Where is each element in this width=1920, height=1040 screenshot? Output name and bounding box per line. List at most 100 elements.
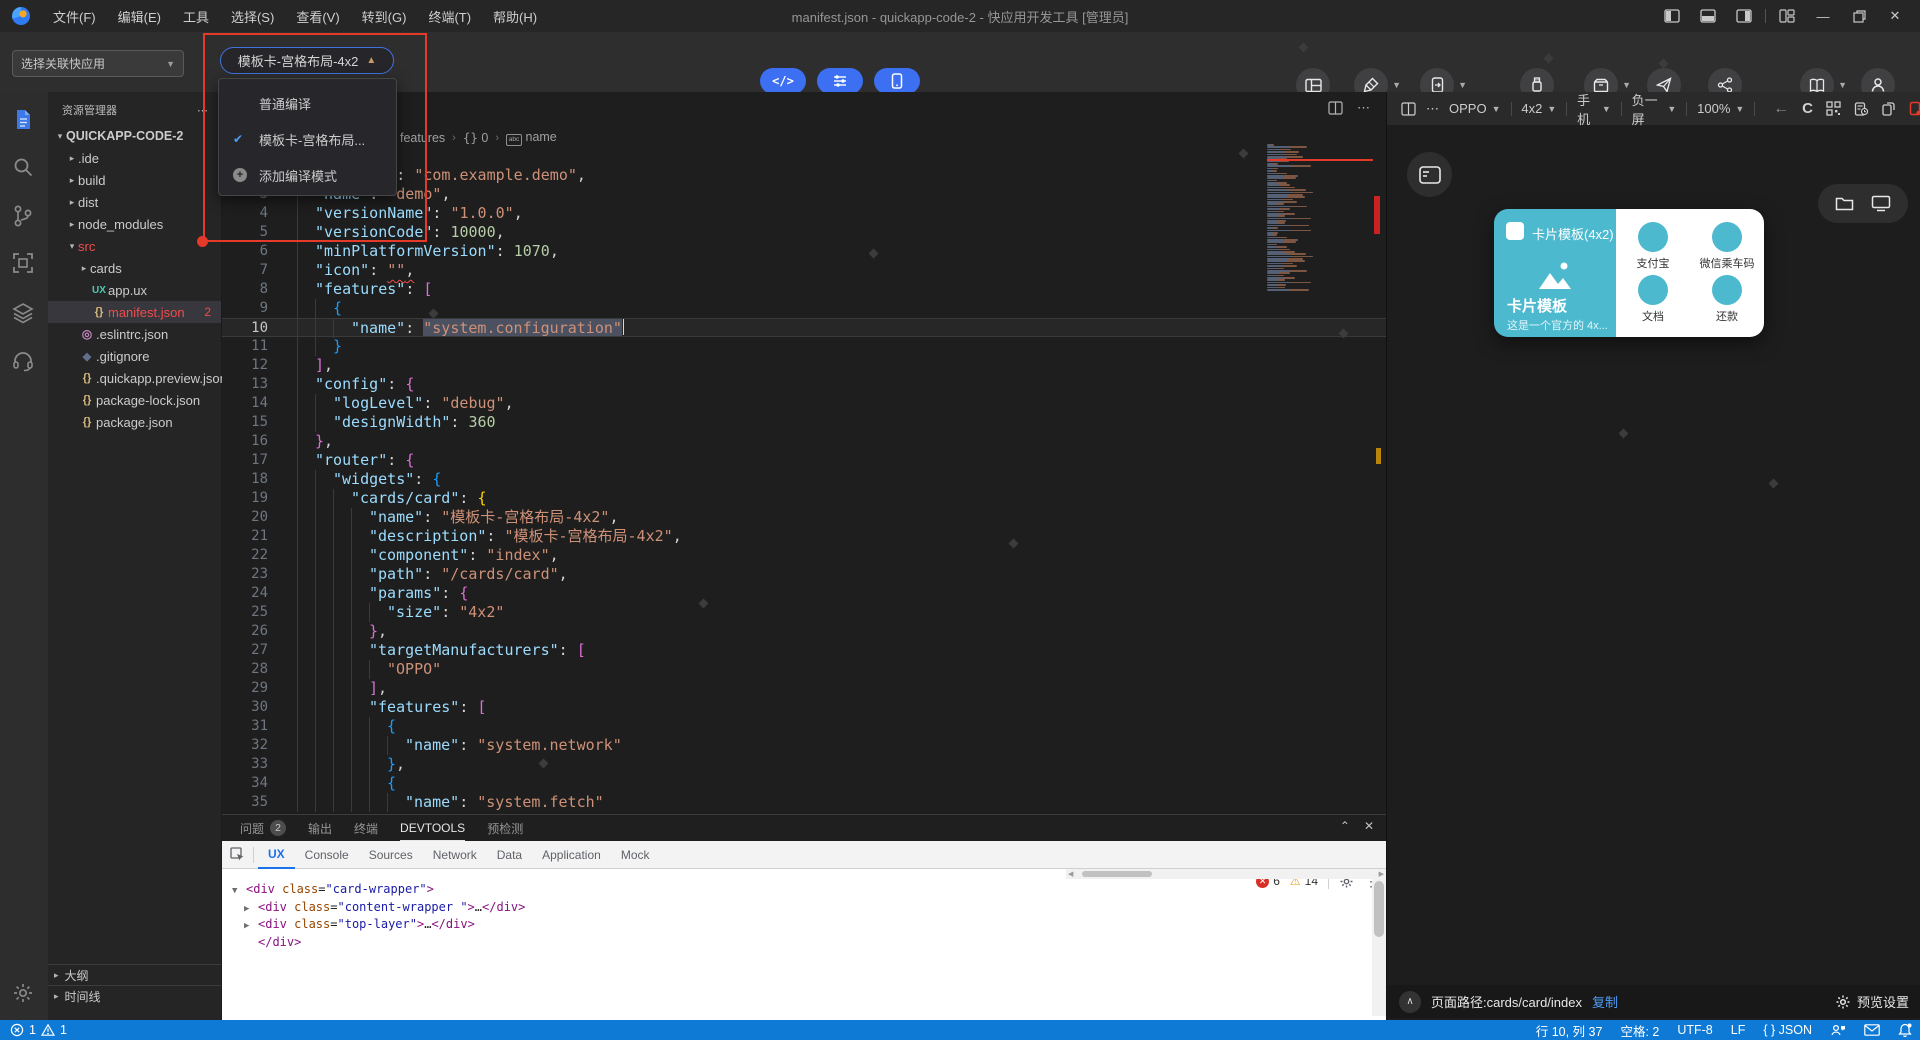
panel-maximize-icon[interactable]: ⌃: [1340, 819, 1350, 833]
activity-files-icon[interactable]: [12, 108, 34, 132]
menu-帮助(H)[interactable]: 帮助(H): [484, 3, 546, 30]
minimize-button[interactable]: —: [1808, 3, 1838, 29]
panel-tab-输出[interactable]: 输出: [308, 815, 332, 841]
devtools-vertical-scrollbar[interactable]: [1372, 879, 1386, 1016]
elements-tree[interactable]: ▼<div class="card-wrapper">▶<div class="…: [232, 881, 525, 951]
tree-item-QUICKAPP-CODE-2[interactable]: ▾QUICKAPP-CODE-2: [48, 125, 221, 147]
card-grid-item-还款[interactable]: 还款: [1712, 275, 1742, 324]
tree-item-app.ux[interactable]: UXapp.ux: [48, 279, 221, 301]
encoding[interactable]: UTF-8: [1677, 1023, 1712, 1037]
devtools-tab-Network[interactable]: Network: [423, 841, 487, 869]
minimap[interactable]: [1267, 144, 1373, 304]
compile-mode-option[interactable]: +添加编译模式: [219, 157, 396, 193]
customize-layout-icon[interactable]: [1772, 3, 1802, 29]
breadcrumb-item[interactable]: features: [400, 131, 445, 145]
editor-more-actions-icon[interactable]: ⋯: [1357, 100, 1370, 116]
toggle-right-panel-icon[interactable]: [1729, 3, 1759, 29]
panel-tab-问题[interactable]: 问题2: [240, 815, 286, 841]
card-grid-item-微信乘车码[interactable]: 微信乘车码: [1700, 222, 1755, 271]
compile-mode-option[interactable]: 普通编译: [219, 85, 396, 121]
menu-文件(F)[interactable]: 文件(F): [44, 3, 105, 30]
panel-tab-DEVTOOLS[interactable]: DEVTOOLS: [400, 815, 465, 841]
tree-item-src[interactable]: ▾src: [48, 235, 221, 257]
open-folder-icon[interactable]: [1835, 195, 1855, 212]
devtools-tab-Sources[interactable]: Sources: [359, 841, 423, 869]
tree-item-.gitignore[interactable]: ◆.gitignore: [48, 345, 221, 367]
tree-item-.eslintrc.json[interactable]: ◎.eslintrc.json: [48, 323, 221, 345]
split-editor-icon[interactable]: [1328, 101, 1343, 115]
screen-select[interactable]: 负一屏▼: [1632, 90, 1677, 128]
card-grid-item-支付宝[interactable]: 支付宝: [1637, 222, 1670, 271]
device-error-icon[interactable]: [1909, 101, 1920, 116]
menu-查看(V)[interactable]: 查看(V): [287, 3, 348, 30]
copy-path-link[interactable]: 复制: [1592, 992, 1618, 1011]
activity-source-control-icon[interactable]: [12, 204, 34, 228]
tree-item-.ide[interactable]: ▸.ide: [48, 147, 221, 169]
dom-tree-row[interactable]: ▶<div class="top-layer">…</div>: [232, 916, 525, 934]
sim-split-icon[interactable]: [1401, 102, 1416, 116]
devtools-tab-Console[interactable]: Console: [295, 841, 359, 869]
test-report-icon[interactable]: [1854, 101, 1868, 116]
panel-tab-预检测[interactable]: 预检测: [487, 815, 523, 841]
activity-layers-icon[interactable]: [12, 302, 34, 324]
preview-settings-gear-icon[interactable]: [1835, 994, 1851, 1010]
preview-settings-label[interactable]: 预览设置: [1857, 992, 1909, 1011]
activity-gear-icon[interactable]: [12, 982, 34, 1004]
tree-item-cards[interactable]: ▸cards: [48, 257, 221, 279]
restore-button[interactable]: [1844, 3, 1874, 29]
card-size-select[interactable]: 4x2▼: [1521, 101, 1556, 116]
card-panel-toggle-button[interactable]: [1407, 152, 1452, 197]
timeline-section[interactable]: ▸ 时间线: [48, 985, 221, 1006]
outline-section[interactable]: ▸ 大纲: [48, 964, 221, 985]
code-content[interactable]: 1{2"package": "com.example.demo",3"name"…: [222, 147, 1386, 812]
dom-tree-row[interactable]: ▶<div class="content-wrapper ">…</div>: [232, 899, 525, 917]
cursor-position[interactable]: 行 10, 列 37: [1536, 1021, 1603, 1040]
qr-code-icon[interactable]: [1826, 101, 1841, 116]
refresh-icon[interactable]: C: [1802, 100, 1813, 117]
inspect-element-icon[interactable]: [230, 847, 245, 862]
toggle-bottom-panel-icon[interactable]: [1693, 3, 1723, 29]
dom-tree-row[interactable]: ▼<div class="card-wrapper">: [232, 881, 525, 899]
devtools-horizontal-scrollbar[interactable]: ◀▶: [1066, 869, 1386, 879]
tree-item-.quickapp.preview.json[interactable]: {}.quickapp.preview.json: [48, 367, 221, 389]
code-editor[interactable]: ⋯ features›{} 0›abc name 1{2"package": "…: [222, 92, 1386, 814]
tree-item-dist[interactable]: ▸dist: [48, 191, 221, 213]
devtools-tab-Data[interactable]: Data: [487, 841, 532, 869]
devtools-tab-Application[interactable]: Application: [532, 841, 611, 869]
indentation[interactable]: 空格: 2: [1620, 1021, 1659, 1040]
collapse-path-icon[interactable]: ∧: [1399, 991, 1421, 1013]
menu-工具[interactable]: 工具: [174, 3, 218, 30]
menu-终端(T)[interactable]: 终端(T): [419, 3, 480, 30]
mail-icon[interactable]: [1864, 1024, 1880, 1036]
menu-选择(S)[interactable]: 选择(S): [222, 3, 283, 30]
problems-warning-icon[interactable]: [41, 1023, 55, 1037]
breadcrumb[interactable]: features›{} 0›abc name: [400, 130, 557, 146]
feedback-icon[interactable]: [1830, 1023, 1846, 1037]
activity-headset-icon[interactable]: [12, 350, 34, 372]
toggle-left-panel-icon[interactable]: [1657, 3, 1687, 29]
mode-select[interactable]: 手机▼: [1577, 90, 1611, 128]
devtools-tab-Mock[interactable]: Mock: [611, 841, 660, 869]
panel-close-icon[interactable]: ✕: [1364, 819, 1374, 833]
device-select[interactable]: OPPO▼: [1449, 101, 1501, 116]
notifications-bell-icon[interactable]: [1898, 1023, 1912, 1038]
panel-tab-终端[interactable]: 终端: [354, 815, 378, 841]
menu-编辑(E)[interactable]: 编辑(E): [109, 3, 170, 30]
tree-item-node_modules[interactable]: ▸node_modules: [48, 213, 221, 235]
eol-sequence[interactable]: LF: [1731, 1023, 1746, 1037]
sim-more-icon[interactable]: ⋯: [1426, 101, 1439, 117]
dom-tree-row[interactable]: </div>: [232, 934, 525, 952]
problems-error-icon[interactable]: [10, 1023, 24, 1037]
menu-转到(G)[interactable]: 转到(G): [353, 3, 416, 30]
activity-frame-icon[interactable]: [12, 252, 34, 274]
tree-item-build[interactable]: ▸build: [48, 169, 221, 191]
more-actions-icon[interactable]: ⋯: [197, 104, 209, 117]
activity-search-icon[interactable]: [12, 156, 34, 178]
tree-item-package.json[interactable]: {}package.json: [48, 411, 221, 433]
tree-item-manifest.json[interactable]: {}manifest.json2: [48, 301, 221, 323]
linked-quickapp-select[interactable]: 选择关联快应用 ▼: [12, 50, 184, 77]
rotate-screen-icon[interactable]: [1881, 101, 1896, 116]
screen-mirror-icon[interactable]: [1871, 195, 1891, 212]
back-icon[interactable]: ←: [1773, 100, 1789, 118]
compile-mode-option[interactable]: ✔模板卡-宫格布局...: [219, 121, 396, 157]
